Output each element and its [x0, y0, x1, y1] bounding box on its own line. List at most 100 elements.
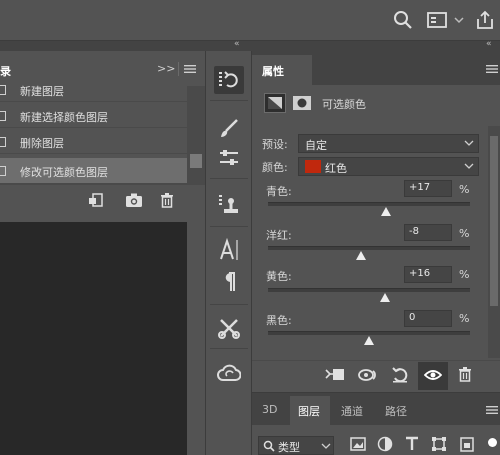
preset-select-value: 自定: [305, 139, 327, 152]
cyan-slider-track[interactable]: [268, 202, 470, 206]
magenta-label: 洋红:: [266, 229, 292, 242]
history-state-icon: [0, 85, 6, 95]
snapshot-camera-icon[interactable]: [125, 192, 143, 208]
brush-tool-button[interactable]: [214, 114, 244, 142]
type-layer-filter-icon[interactable]: [404, 436, 420, 452]
smart-object-filter-icon[interactable]: [459, 436, 475, 452]
history-tool-button[interactable]: [214, 66, 244, 94]
workspace-icon[interactable]: [425, 9, 449, 31]
color-select[interactable]: 红色: [298, 157, 479, 176]
history-item[interactable]: 新建图层: [0, 78, 187, 102]
filter-toggle-icon[interactable]: [488, 438, 497, 447]
character-icon: [219, 238, 241, 262]
delete-adjustment-icon[interactable]: [458, 366, 472, 382]
creative-cloud-button[interactable]: [214, 360, 244, 388]
yellow-slider-track[interactable]: [268, 288, 470, 292]
magenta-slider-track[interactable]: [268, 246, 470, 250]
document-canvas[interactable]: [0, 222, 187, 455]
black-value-field[interactable]: 0: [404, 310, 452, 327]
history-scrollbar-thumb[interactable]: [190, 154, 202, 168]
brush-icon: [218, 117, 240, 139]
kind-filter-value: 类型: [278, 441, 300, 454]
yellow-label: 黄色:: [266, 270, 292, 283]
search-icon: [263, 440, 275, 452]
magenta-value: -8: [409, 226, 419, 237]
tab-layers[interactable]: 图层: [298, 403, 320, 419]
creative-cloud-icon: [217, 364, 241, 384]
adjustment-layer-filter-icon[interactable]: [377, 436, 393, 452]
expand-panels-button[interactable]: >>: [157, 62, 175, 75]
reset-icon[interactable]: [391, 366, 409, 384]
black-value: 0: [409, 312, 416, 323]
tab-3d[interactable]: 3D: [262, 403, 277, 416]
yellow-value-field[interactable]: +16: [404, 266, 452, 283]
magenta-value-field[interactable]: -8: [404, 224, 452, 241]
chevron-down-icon[interactable]: [452, 9, 466, 31]
adjustments-tool-button[interactable]: [214, 144, 244, 172]
properties-panel: [252, 51, 500, 391]
color-label: 颜色:: [262, 161, 288, 174]
yellow-slider-thumb[interactable]: [380, 293, 391, 302]
panel-collapse-strip: « «: [0, 39, 500, 51]
application-bar: [0, 0, 500, 40]
color-swatch: [305, 160, 321, 173]
paragraph-icon: [221, 271, 237, 293]
history-item[interactable]: 新建选择颜色图层: [0, 104, 187, 128]
history-state-icon: [0, 137, 6, 147]
canvas-scroll-gutter: [187, 222, 205, 455]
history-item-selected[interactable]: 修改可选颜色图层: [0, 158, 187, 184]
trash-icon[interactable]: [160, 192, 174, 208]
divider: [210, 304, 248, 305]
divider: [210, 226, 248, 227]
paragraph-panel-button[interactable]: [214, 268, 244, 296]
cyan-label: 青色:: [266, 185, 292, 198]
shape-layer-filter-icon[interactable]: [431, 436, 447, 452]
properties-menu-icon[interactable]: [486, 63, 498, 75]
pixel-layer-filter-icon[interactable]: [350, 436, 366, 452]
panel-menu-icon[interactable]: [184, 63, 196, 75]
collapse-toolstrip-button[interactable]: «: [234, 39, 239, 49]
magenta-slider-thumb[interactable]: [355, 251, 366, 260]
history-item-label: 新建图层: [20, 85, 64, 98]
cyan-unit: %: [459, 183, 470, 196]
cyan-slider-thumb[interactable]: [381, 207, 392, 216]
layer-kind-filter[interactable]: 类型: [258, 436, 334, 455]
divider: [210, 100, 248, 101]
history-item-label: 修改可选颜色图层: [20, 166, 108, 179]
history-tab-label[interactable]: 录: [0, 63, 11, 79]
black-slider-track[interactable]: [268, 331, 470, 335]
divider: [210, 178, 248, 179]
history-scrollbar[interactable]: [187, 86, 205, 184]
adjustment-layer-icon: [264, 93, 286, 113]
tab-channels[interactable]: 通道: [341, 403, 363, 419]
collapse-properties-button[interactable]: «: [486, 39, 491, 49]
layer-mask-icon[interactable]: [291, 93, 313, 113]
history-footer: [0, 184, 205, 216]
character-stamp-icon: [218, 193, 240, 217]
view-previous-state-icon[interactable]: [357, 367, 379, 383]
new-document-from-state-icon[interactable]: [88, 192, 104, 208]
magenta-unit: %: [459, 227, 470, 240]
character-style-button[interactable]: [214, 190, 244, 218]
black-slider-thumb[interactable]: [364, 336, 374, 345]
properties-scrollbar-thumb[interactable]: [490, 136, 498, 306]
cyan-value-field[interactable]: +17: [404, 180, 452, 197]
preset-select[interactable]: 自定: [298, 134, 479, 153]
visibility-eye-icon[interactable]: [424, 368, 442, 382]
divider: [178, 62, 179, 76]
chevron-down-icon: [464, 136, 474, 150]
layers-menu-icon[interactable]: [486, 404, 498, 416]
tools-panel-button[interactable]: [214, 314, 244, 342]
chevron-down-icon: [464, 159, 474, 173]
tools-icon: [218, 317, 240, 339]
share-icon[interactable]: [474, 9, 496, 31]
clip-to-layer-icon[interactable]: [324, 367, 346, 383]
adjustment-title: 可选颜色: [322, 98, 366, 111]
history-list: 新建图层 新建选择颜色图层 删除图层 修改可选颜色图层: [0, 85, 187, 184]
search-icon[interactable]: [392, 9, 414, 31]
history-state-icon: [0, 111, 6, 121]
character-panel-button[interactable]: [214, 236, 244, 264]
black-unit: %: [459, 312, 470, 325]
history-item[interactable]: 删除图层: [0, 130, 187, 154]
tab-paths[interactable]: 路径: [385, 403, 407, 419]
